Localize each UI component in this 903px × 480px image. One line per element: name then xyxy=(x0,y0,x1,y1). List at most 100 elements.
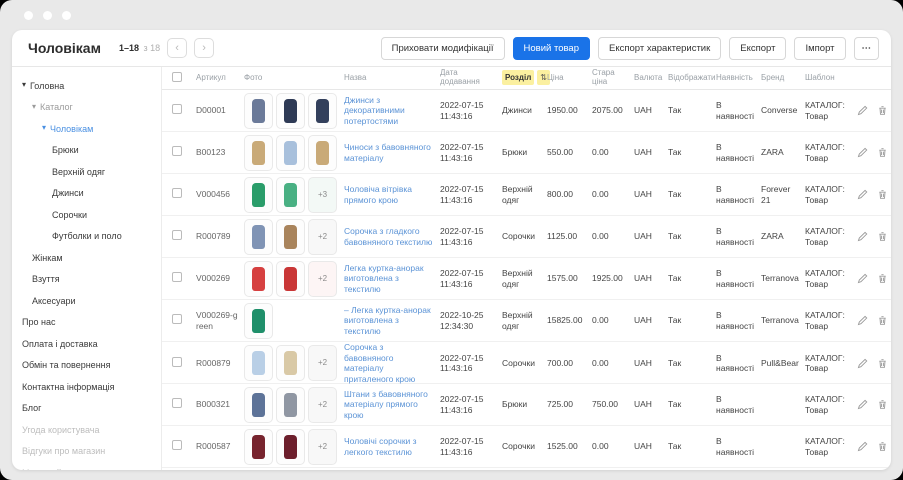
sidebar-item-kontaktna-informatsiia[interactable]: Контактна інформація xyxy=(12,376,161,398)
product-sku: R000879 xyxy=(196,357,231,368)
export-characteristics-button[interactable]: Експорт характеристик xyxy=(597,36,722,60)
product-photo[interactable] xyxy=(244,302,273,339)
product-sku: B000321 xyxy=(196,399,231,410)
row-checkbox[interactable] xyxy=(172,356,182,367)
product-section: Верхній одяг xyxy=(502,267,533,289)
prev-page-button[interactable]: ‹ xyxy=(167,38,188,58)
sidebar-item-futbolky-y-polo[interactable]: Футболки и поло xyxy=(12,226,161,248)
product-photo[interactable] xyxy=(244,218,273,255)
product-photo[interactable] xyxy=(244,176,273,213)
more-photos-badge[interactable]: +2 xyxy=(308,345,337,382)
edit-icon[interactable] xyxy=(857,105,868,116)
delete-icon[interactable] xyxy=(877,399,888,410)
product-photo[interactable] xyxy=(308,134,337,171)
edit-icon[interactable] xyxy=(857,231,868,242)
sidebar-item-cholovikam[interactable]: ▾ Чоловікам xyxy=(12,118,161,140)
product-price: 800.00 xyxy=(547,189,573,200)
sidebar-item-sorochky[interactable]: Сорочки xyxy=(12,204,161,226)
sidebar-item-aksesuary[interactable]: Аксесуари xyxy=(12,290,161,312)
edit-icon[interactable] xyxy=(857,358,868,369)
product-photo[interactable] xyxy=(276,92,305,129)
delete-icon[interactable] xyxy=(877,315,888,326)
delete-icon[interactable] xyxy=(877,273,888,284)
row-checkbox[interactable] xyxy=(172,230,182,241)
more-photos-badge[interactable]: +2 xyxy=(308,218,337,255)
row-checkbox[interactable] xyxy=(172,314,182,325)
sidebar-item-zhinkam[interactable]: Жінкам xyxy=(12,247,161,269)
product-photo[interactable] xyxy=(276,345,305,382)
more-actions-button[interactable]: ⋯ xyxy=(853,36,879,60)
column-header-data-dodavannia: Дата додавання xyxy=(440,68,480,86)
product-photo[interactable] xyxy=(276,260,305,297)
select-all-checkbox[interactable] xyxy=(172,71,182,82)
product-display-flag: Так xyxy=(668,105,682,116)
garment-image xyxy=(284,140,297,165)
product-photo[interactable] xyxy=(276,218,305,255)
row-checkbox[interactable] xyxy=(172,188,182,199)
next-page-button[interactable]: › xyxy=(194,38,215,58)
product-photo[interactable] xyxy=(308,92,337,129)
edit-icon[interactable] xyxy=(857,147,868,158)
new-product-button[interactable]: Новий товар xyxy=(512,36,590,60)
export-button[interactable]: Експорт xyxy=(729,36,787,60)
hide-modifications-button[interactable]: Приховати модифікації xyxy=(380,36,505,60)
product-sku: D00001 xyxy=(196,105,226,116)
edit-icon[interactable] xyxy=(857,273,868,284)
product-photo[interactable] xyxy=(244,92,273,129)
more-photos-badge[interactable]: +3 xyxy=(308,176,337,213)
column-header-brend: Бренд xyxy=(761,72,785,82)
sidebar-item-bloh[interactable]: Блог xyxy=(12,398,161,420)
sidebar-item-verkhnii-odiah[interactable]: Верхній одяг xyxy=(12,161,161,183)
row-select-cell xyxy=(172,230,196,243)
delete-icon[interactable] xyxy=(877,147,888,158)
sidebar-item-vidhuky-pro-mahazyn[interactable]: Відгуки про магазин xyxy=(12,441,161,463)
product-photo[interactable] xyxy=(276,386,305,423)
garment-image xyxy=(316,98,329,123)
sidebar-item-label: Угода користувача xyxy=(22,424,100,435)
product-photo[interactable] xyxy=(276,176,305,213)
row-actions xyxy=(857,441,891,452)
edit-icon[interactable] xyxy=(857,189,868,200)
edit-icon[interactable] xyxy=(857,441,868,452)
more-photos-badge[interactable]: +2 xyxy=(308,428,337,465)
product-photo[interactable] xyxy=(276,428,305,465)
sidebar-item-obmin-ta-povernennia[interactable]: Обмін та повернення xyxy=(12,355,161,377)
product-photo[interactable] xyxy=(244,134,273,171)
sidebar-item-holovna[interactable]: ▾ Головна xyxy=(12,75,161,97)
import-button[interactable]: Імпорт xyxy=(794,36,846,60)
garment-image xyxy=(252,392,265,417)
column-header-rozdil[interactable]: Розділ ⇅ xyxy=(502,69,550,85)
product-photo[interactable] xyxy=(276,134,305,171)
sidebar-item-oplata-i-dostavka[interactable]: Оплата і доставка xyxy=(12,333,161,355)
product-old-price: 0.00 xyxy=(592,231,609,242)
more-photos-badge[interactable]: +2 xyxy=(308,386,337,423)
admin-panel: Чоловікам 1–18 з 18 ‹ › Приховати модифі… xyxy=(12,30,891,470)
date-added: 2022-07-15 11:43:16 xyxy=(440,435,484,457)
row-checkbox[interactable] xyxy=(172,440,182,451)
edit-icon[interactable] xyxy=(857,399,868,410)
delete-icon[interactable] xyxy=(877,105,888,116)
more-photos-badge[interactable]: +2 xyxy=(308,260,337,297)
sidebar-item-briuky[interactable]: Брюки xyxy=(12,140,161,162)
product-photo[interactable] xyxy=(244,386,273,423)
product-photo[interactable] xyxy=(244,260,273,297)
garment-image xyxy=(252,434,265,459)
sidebar-item-mapa-saitu[interactable]: Мапа сайту xyxy=(12,462,161,470)
sidebar-item-pro-nas[interactable]: Про нас xyxy=(12,312,161,334)
delete-icon[interactable] xyxy=(877,441,888,452)
delete-icon[interactable] xyxy=(877,189,888,200)
sidebar-item-dzhynsy[interactable]: Джинси xyxy=(12,183,161,205)
sidebar-item-uhoda-korystuvacha[interactable]: Угода користувача xyxy=(12,419,161,441)
sidebar-item-kataloh[interactable]: ▾ Каталог xyxy=(12,97,161,119)
delete-icon[interactable] xyxy=(877,231,888,242)
row-checkbox[interactable] xyxy=(172,272,182,283)
sidebar-item-vzuttia[interactable]: Взуття xyxy=(12,269,161,291)
product-photo[interactable] xyxy=(244,345,273,382)
row-checkbox[interactable] xyxy=(172,104,182,115)
row-checkbox[interactable] xyxy=(172,146,182,157)
product-photo[interactable] xyxy=(244,428,273,465)
row-actions xyxy=(857,399,891,410)
row-checkbox[interactable] xyxy=(172,398,182,409)
delete-icon[interactable] xyxy=(877,358,888,369)
edit-icon[interactable] xyxy=(857,315,868,326)
